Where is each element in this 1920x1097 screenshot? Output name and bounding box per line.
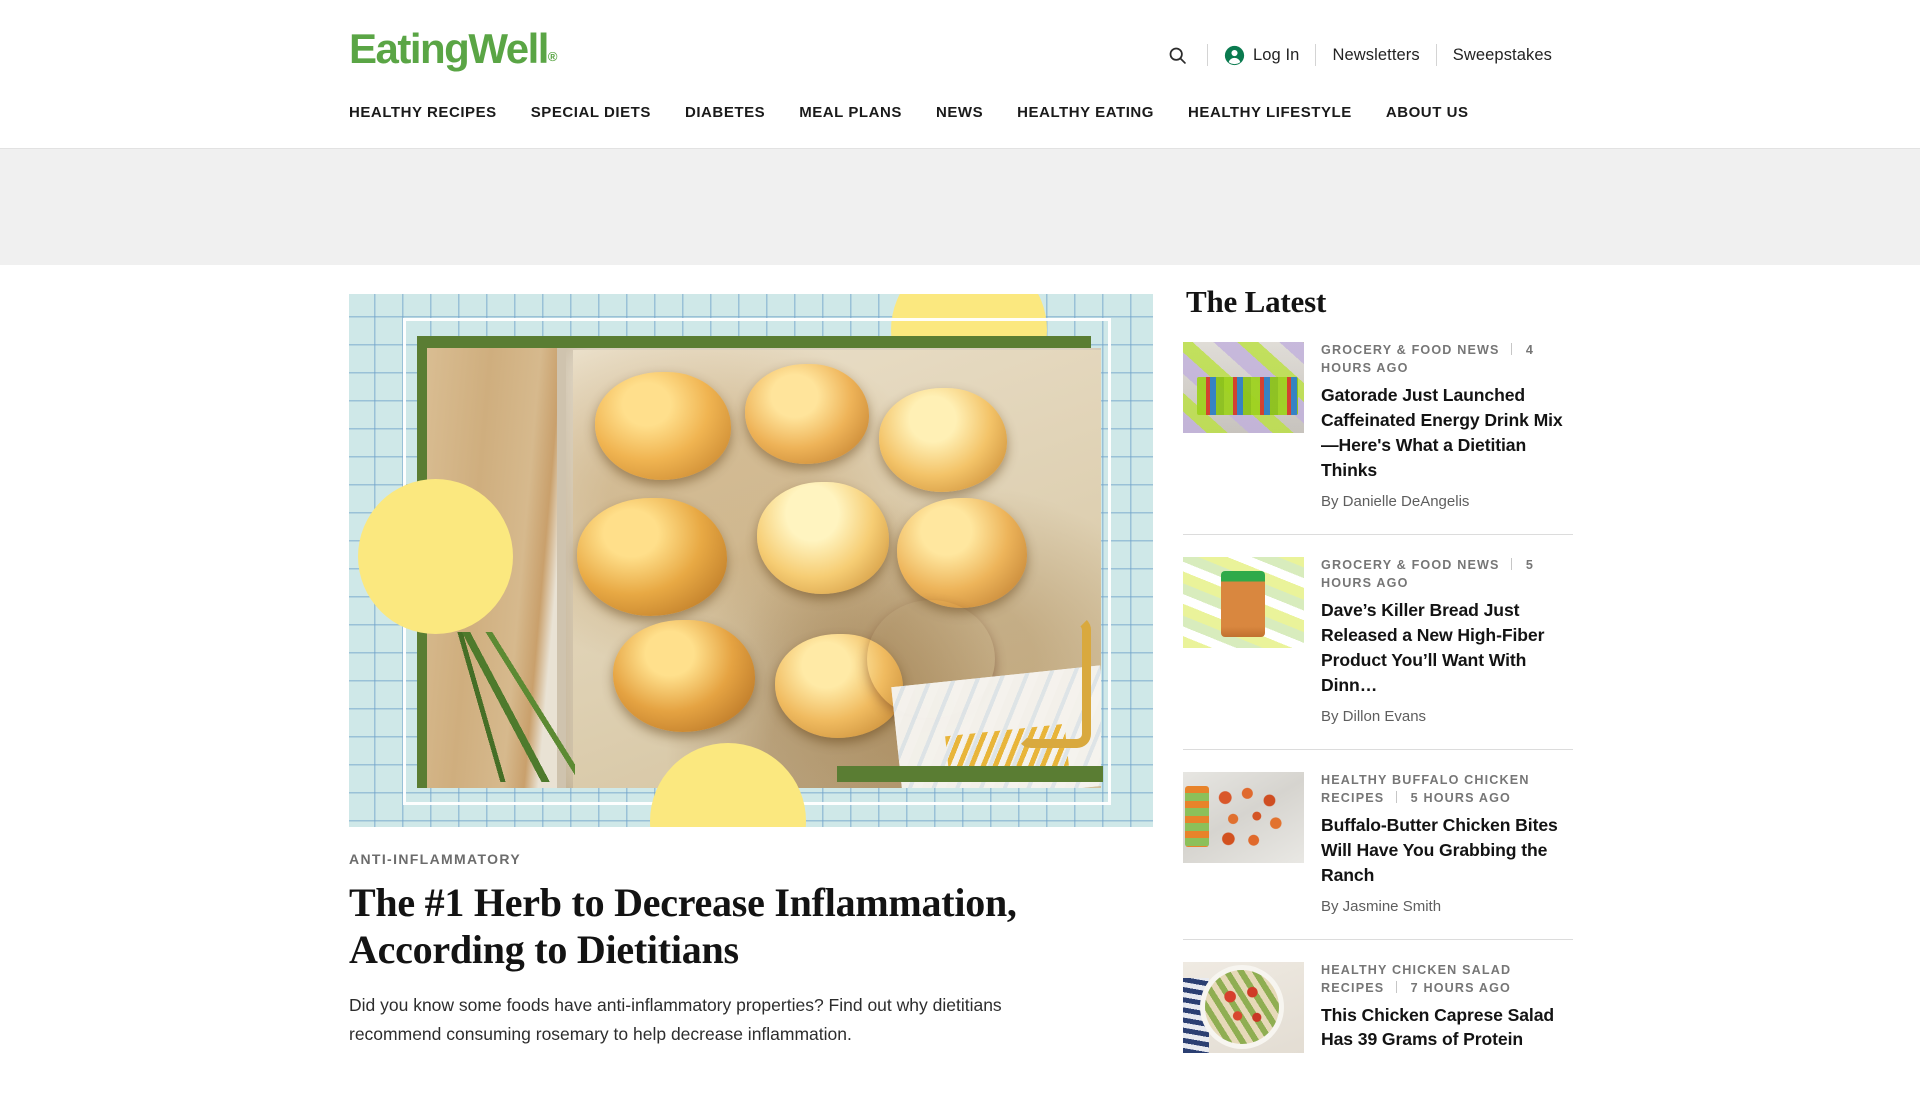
sidebar-heading: The Latest <box>1183 284 1333 321</box>
list-item[interactable]: GROCERY & FOOD NEWS 4 HOURS AGO Gatorade… <box>1183 342 1573 535</box>
login-label: Log In <box>1252 45 1300 64</box>
roasted-potato <box>745 364 869 464</box>
nav-item-healthy-lifestyle[interactable]: HEALTHY LIFESTYLE <box>1188 104 1352 121</box>
page-content: ANTI-INFLAMMATORY The #1 Herb to Decreas… <box>0 265 1920 1053</box>
advertisement-slot <box>0 148 1920 265</box>
featured-description: Did you know some foods have anti-inflam… <box>349 995 1002 1044</box>
featured-article[interactable]: ANTI-INFLAMMATORY The #1 Herb to Decreas… <box>349 294 1153 1048</box>
decorative-green-bar <box>837 766 1103 782</box>
article-meta: GROCERY & FOOD NEWS 4 HOURS AGO <box>1321 342 1573 378</box>
meta-divider <box>1511 557 1513 570</box>
newsletters-link[interactable]: Newsletters <box>1332 46 1419 65</box>
utility-divider <box>1435 44 1437 66</box>
article-thumbnail[interactable] <box>1183 771 1304 863</box>
article-byline: By Dillon Evans <box>1321 707 1427 725</box>
account-circle-icon <box>1224 45 1245 65</box>
meta-divider <box>1511 343 1513 356</box>
nav-item-diabetes[interactable]: DIABETES <box>685 104 765 121</box>
article-title[interactable]: This Chicken Caprese Salad Has 39 Grams … <box>1321 1003 1573 1053</box>
roasted-potato <box>595 372 731 480</box>
article-byline: By Danielle DeAngelis <box>1321 492 1470 510</box>
article-title[interactable]: Buffalo-Butter Chicken Bites Will Have Y… <box>1321 813 1573 888</box>
article-thumbnail[interactable] <box>1183 961 1304 1053</box>
sweepstakes-link[interactable]: Sweepstakes <box>1453 46 1552 65</box>
latest-article-list: GROCERY & FOOD NEWS 4 HOURS AGO Gatorade… <box>1183 342 1573 1075</box>
featured-article-image[interactable] <box>349 294 1153 827</box>
article-timestamp: 5 HOURS AGO <box>1410 790 1512 805</box>
search-icon[interactable] <box>1165 42 1191 68</box>
nav-item-meal-plans[interactable]: MEAL PLANS <box>799 104 902 121</box>
article-meta: HEALTHY BUFFALO CHICKEN RECIPES 5 HOURS … <box>1321 772 1573 808</box>
article-category[interactable]: GROCERY & FOOD NEWS <box>1321 558 1500 572</box>
article-category[interactable]: GROCERY & FOOD NEWS <box>1321 343 1500 357</box>
roasted-potato <box>897 498 1027 608</box>
utility-divider <box>1315 44 1317 66</box>
nav-item-healthy-recipes[interactable]: HEALTHY RECIPES <box>349 104 497 121</box>
list-item[interactable]: GROCERY & FOOD NEWS 5 HOURS AGO Dave’s K… <box>1183 556 1573 750</box>
article-byline: By Jasmine Smith <box>1321 897 1442 915</box>
site-logo-text: EatingWell <box>349 25 549 72</box>
primary-navigation: HEALTHY RECIPES SPECIAL DIETS DIABETES M… <box>349 104 1469 121</box>
roasted-potato <box>577 498 727 616</box>
utility-divider <box>1206 44 1208 66</box>
rosemary-sprig <box>445 632 575 782</box>
pan-handle <box>1017 616 1091 748</box>
article-thumbnail[interactable] <box>1183 556 1304 648</box>
article-title[interactable]: Gatorade Just Launched Caffeinated Energ… <box>1321 383 1573 483</box>
registered-mark: ® <box>547 49 558 64</box>
roasted-potato <box>613 620 755 732</box>
list-item[interactable]: HEALTHY CHICKEN SALAD RECIPES 7 HOURS AG… <box>1183 961 1573 1075</box>
decorative-circle <box>358 479 513 634</box>
site-header: EatingWell® Log In Newsletters Sweepstak… <box>0 0 1920 148</box>
list-item[interactable]: HEALTHY BUFFALO CHICKEN RECIPES 5 HOURS … <box>1183 771 1573 940</box>
roasted-potato <box>757 482 889 594</box>
login-button[interactable]: Log In <box>1224 45 1299 66</box>
nav-item-about-us[interactable]: ABOUT US <box>1386 104 1469 121</box>
roasted-potato <box>879 388 1007 492</box>
featured-category[interactable]: ANTI-INFLAMMATORY <box>349 851 1153 867</box>
nav-item-news[interactable]: NEWS <box>936 104 983 121</box>
food-photograph <box>427 348 1101 788</box>
article-title[interactable]: Dave’s Killer Bread Just Released a New … <box>1321 598 1573 698</box>
site-logo[interactable]: EatingWell® <box>349 28 558 70</box>
meta-divider <box>1396 790 1397 803</box>
the-latest-sidebar: The Latest GROCERY & FOOD NEWS 4 HOURS A… <box>1183 284 1573 1097</box>
article-meta: HEALTHY CHICKEN SALAD RECIPES 7 HOURS AG… <box>1321 962 1573 998</box>
nav-item-healthy-eating[interactable]: HEALTHY EATING <box>1017 104 1154 121</box>
meta-divider <box>1396 980 1397 993</box>
utility-nav: Log In Newsletters Sweepstakes <box>1165 42 1552 68</box>
nav-item-special-diets[interactable]: SPECIAL DIETS <box>531 104 651 121</box>
article-thumbnail[interactable] <box>1183 342 1304 434</box>
article-meta: GROCERY & FOOD NEWS 5 HOURS AGO <box>1321 557 1573 593</box>
featured-title[interactable]: The #1 Herb to Decrease Inflammation, Ac… <box>349 879 1139 973</box>
